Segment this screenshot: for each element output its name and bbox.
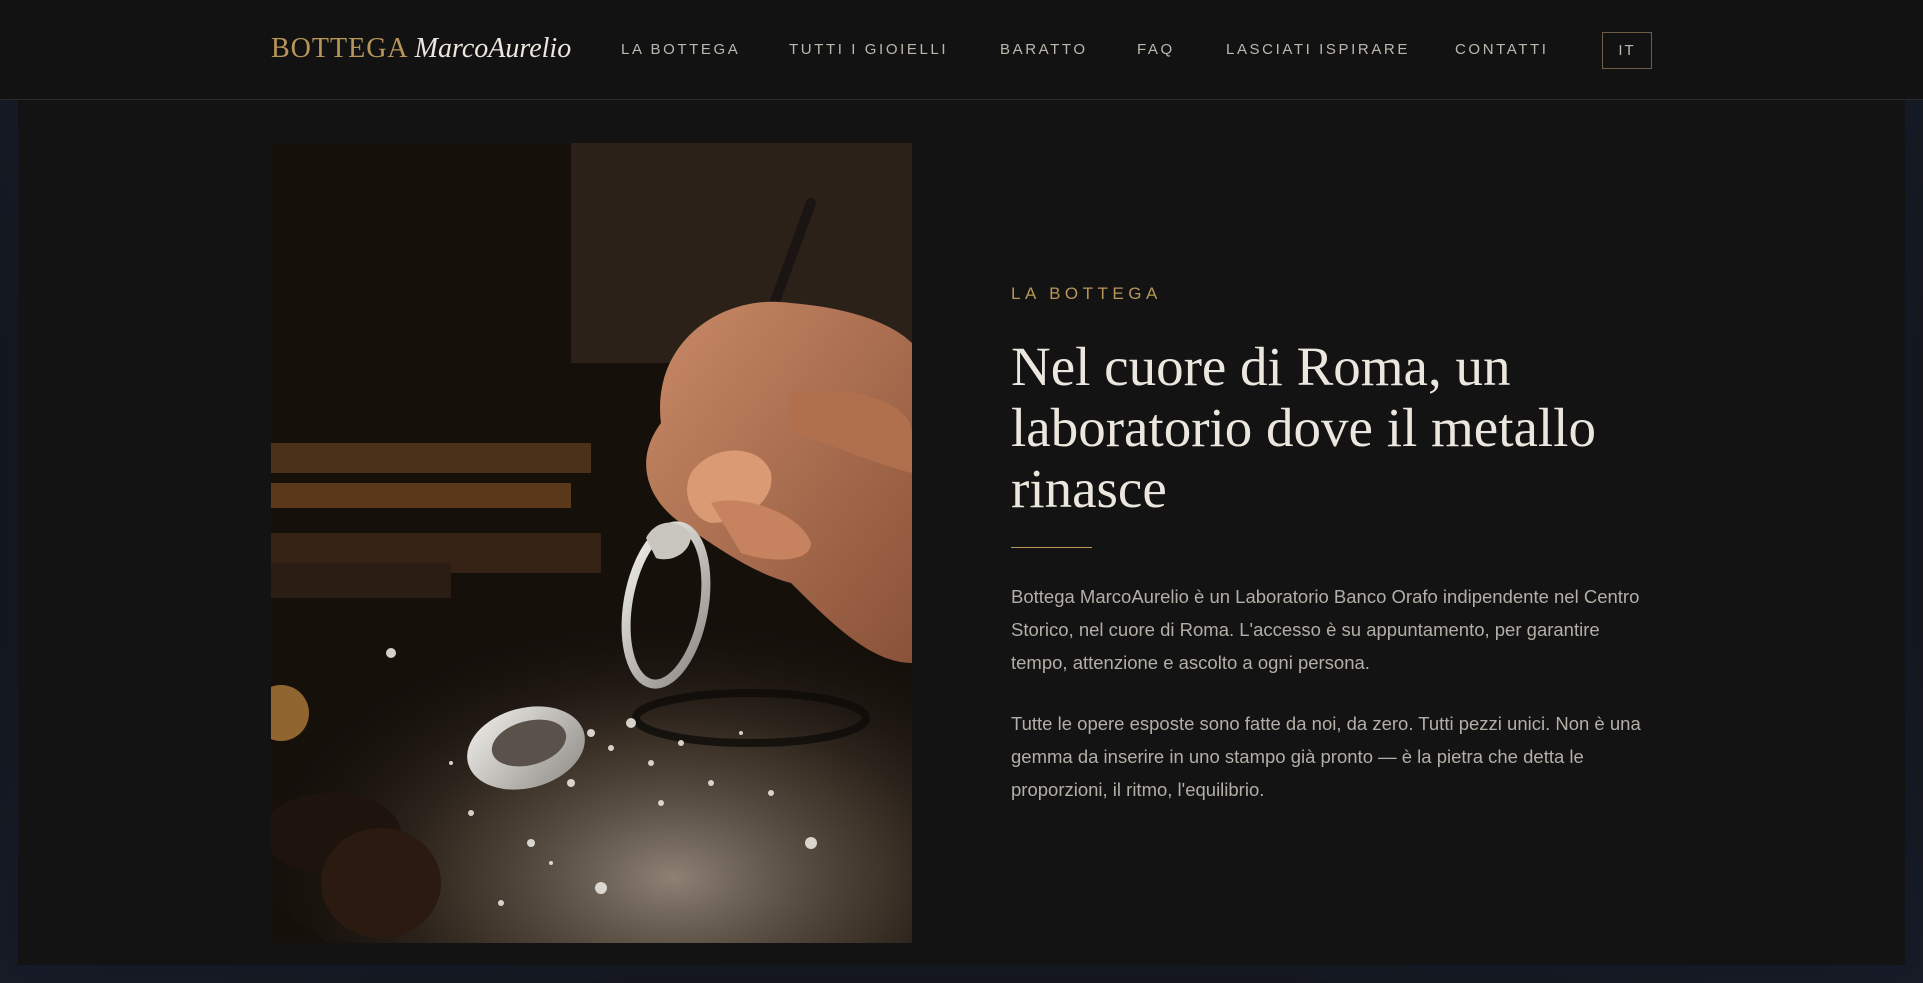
nav-item-baratto[interactable]: BARATTO bbox=[1000, 41, 1088, 58]
section-eyebrow: LA BOTTEGA bbox=[1011, 284, 1162, 303]
hero-title: Nel cuore di Roma, un laboratorio dove i… bbox=[1011, 336, 1596, 519]
hero-paragraph-1: Bottega MarcoAurelio è un Laboratorio Ba… bbox=[1011, 586, 1640, 673]
nav-item-lasciati-ispirare[interactable]: LASCIATI ISPIRARE bbox=[1226, 41, 1410, 58]
nav-item-tutti-i-gioielli[interactable]: TUTTI I GIOIELLI bbox=[789, 41, 948, 58]
title-divider bbox=[1011, 547, 1092, 548]
site-header: BOTTEGA MarcoAurelio LA BOTTEGA TUTTI I G… bbox=[0, 0, 1923, 100]
nav-item-contatti[interactable]: CONTATTI bbox=[1455, 41, 1549, 58]
nav-item-faq[interactable]: FAQ bbox=[1137, 41, 1175, 58]
hero-paragraph-2: Tutte le opere esposte sono fatte da noi… bbox=[1011, 713, 1641, 800]
brand-surname: MarcoAurelio bbox=[414, 33, 572, 64]
brand-name: BOTTEGA bbox=[271, 33, 409, 64]
language-switcher[interactable]: IT bbox=[1602, 32, 1652, 69]
brand-logo[interactable]: BOTTEGA MarcoAurelio bbox=[271, 33, 571, 65]
hero-image bbox=[271, 143, 912, 943]
nav-item-la-bottega[interactable]: LA BOTTEGA bbox=[621, 41, 740, 58]
